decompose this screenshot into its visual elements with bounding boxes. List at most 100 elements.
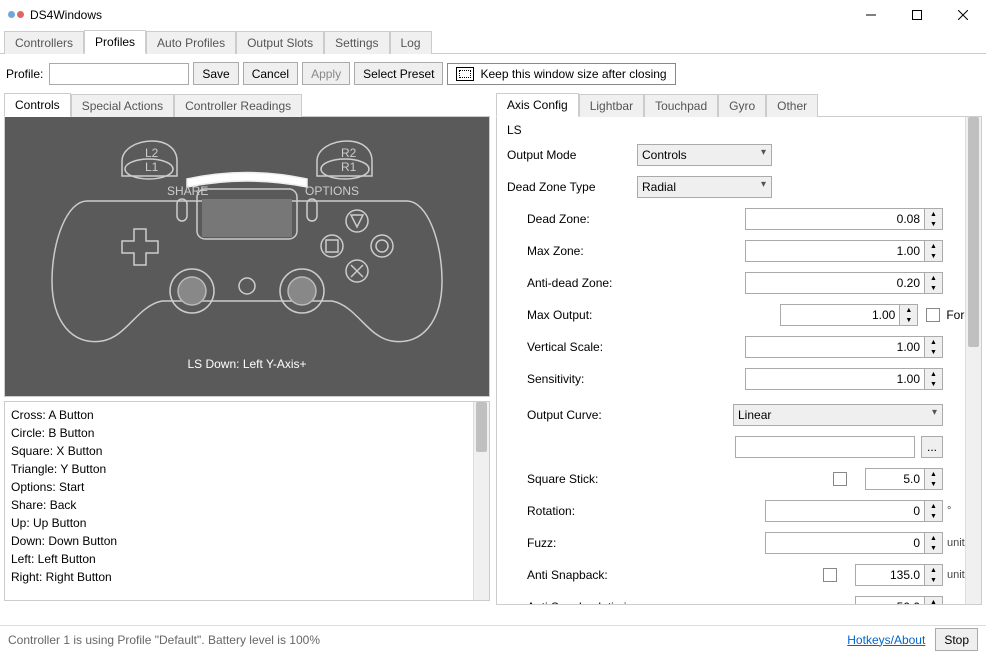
app-icon (8, 7, 24, 23)
apply-button[interactable]: Apply (302, 62, 350, 85)
mapping-row[interactable]: Share: Back (11, 496, 467, 514)
max-output-input[interactable] (780, 304, 900, 326)
vertical-scale-label: Vertical Scale: (527, 340, 657, 354)
max-zone-label: Max Zone: (527, 244, 657, 258)
mapping-row[interactable]: Square: X Button (11, 442, 467, 460)
cancel-button[interactable]: Cancel (243, 62, 298, 85)
output-curve-select[interactable] (733, 404, 943, 426)
mappings-list-wrap: Cross: A Button Circle: B Button Square:… (4, 401, 490, 601)
rotation-label: Rotation: (527, 504, 657, 518)
max-output-spinner[interactable]: ▲▼ (900, 304, 918, 326)
square-stick-input[interactable] (865, 468, 925, 490)
svg-text:R1: R1 (341, 160, 357, 174)
window-size-icon (456, 67, 474, 81)
status-bar: Controller 1 is using Profile "Default".… (0, 625, 986, 653)
sensitivity-label: Sensitivity: (527, 372, 657, 386)
select-preset-button[interactable]: Select Preset (354, 62, 443, 85)
mappings-list[interactable]: Cross: A Button Circle: B Button Square:… (5, 402, 473, 600)
tab-auto-profiles[interactable]: Auto Profiles (146, 31, 236, 54)
vertical-scale-spinner[interactable]: ▲▼ (925, 336, 943, 358)
mapping-row[interactable]: Right: Right Button (11, 568, 467, 586)
anti-snapback-timing-label: Anti Snapback timing: (527, 600, 677, 605)
minimize-button[interactable] (848, 0, 894, 30)
save-button[interactable]: Save (193, 62, 238, 85)
fuzz-input[interactable] (765, 532, 925, 554)
custom-curve-input[interactable] (735, 436, 915, 458)
stop-button[interactable]: Stop (935, 628, 978, 651)
svg-text:L2: L2 (145, 146, 159, 160)
max-zone-spinner[interactable]: ▲▼ (925, 240, 943, 262)
dead-zone-label: Dead Zone: (527, 212, 657, 226)
max-zone-input[interactable] (745, 240, 925, 262)
mapping-row[interactable]: Left: Left Button (11, 550, 467, 568)
status-text: Controller 1 is using Profile "Default".… (8, 633, 320, 647)
mapping-row[interactable]: Cross: A Button (11, 406, 467, 424)
sensitivity-input[interactable] (745, 368, 925, 390)
anti-snapback-checkbox[interactable] (823, 568, 837, 582)
right-subtabs: Axis Config Lightbar Touchpad Gyro Other (496, 93, 982, 117)
subtab-special-actions[interactable]: Special Actions (71, 94, 174, 117)
keep-window-size-button[interactable]: Keep this window size after closing (447, 63, 675, 85)
maximize-button[interactable] (894, 0, 940, 30)
dead-zone-type-select[interactable] (637, 176, 772, 198)
mapping-row[interactable]: Down: Down Button (11, 532, 467, 550)
mapping-row[interactable]: Circle: B Button (11, 424, 467, 442)
left-subtabs: Controls Special Actions Controller Read… (4, 93, 490, 117)
subtab-controller-readings[interactable]: Controller Readings (174, 94, 302, 117)
anti-dead-spinner[interactable]: ▲▼ (925, 272, 943, 294)
svg-text:L1: L1 (145, 160, 159, 174)
tab-settings[interactable]: Settings (324, 31, 389, 54)
axis-config-panel: LS Output Mode Dead Zone Type Dead Zone:… (496, 117, 982, 605)
right-column: Axis Config Lightbar Touchpad Gyro Other… (496, 93, 982, 625)
output-mode-select[interactable] (637, 144, 772, 166)
rotation-input[interactable] (765, 500, 925, 522)
tab-output-slots[interactable]: Output Slots (236, 31, 324, 54)
square-stick-label: Square Stick: (527, 472, 657, 486)
fuzz-spinner[interactable]: ▲▼ (925, 532, 943, 554)
anti-snapback-timing-spinner[interactable]: ▲▼ (925, 596, 943, 605)
curve-browse-button[interactable]: ... (921, 436, 943, 458)
subtab-axis-config[interactable]: Axis Config (496, 93, 579, 117)
anti-snapback-spinner[interactable]: ▲▼ (925, 564, 943, 586)
svg-text:SHARE: SHARE (167, 184, 208, 198)
subtab-other[interactable]: Other (766, 94, 818, 117)
fuzz-label: Fuzz: (527, 536, 657, 550)
square-stick-spinner[interactable]: ▲▼ (925, 468, 943, 490)
dead-zone-input[interactable] (745, 208, 925, 230)
rotation-spinner[interactable]: ▲▼ (925, 500, 943, 522)
force-checkbox[interactable] (926, 308, 940, 322)
tab-profiles[interactable]: Profiles (84, 30, 146, 54)
close-button[interactable] (940, 0, 986, 30)
anti-snapback-input[interactable] (855, 564, 925, 586)
profile-name-input[interactable] (49, 63, 189, 85)
ls-group-label: LS (507, 123, 977, 137)
svg-text:OPTIONS: OPTIONS (305, 184, 359, 198)
dead-zone-spinner[interactable]: ▲▼ (925, 208, 943, 230)
mappings-scrollbar[interactable] (473, 402, 489, 600)
anti-snapback-label: Anti Snapback: (527, 568, 657, 582)
anti-dead-input[interactable] (745, 272, 925, 294)
controller-image-panel: L2 R2 L1 R1 SHARE OPTIONS LS Down: Left Y-A… (4, 117, 490, 397)
sensitivity-spinner[interactable]: ▲▼ (925, 368, 943, 390)
tab-controllers[interactable]: Controllers (4, 31, 84, 54)
hotkeys-about-link[interactable]: Hotkeys/About (847, 633, 925, 647)
title-bar: DS4Windows (0, 0, 986, 30)
anti-dead-label: Anti-dead Zone: (527, 276, 657, 290)
right-panel-scrollbar[interactable] (965, 117, 981, 604)
square-stick-checkbox[interactable] (833, 472, 847, 486)
tab-log[interactable]: Log (390, 31, 432, 54)
mapping-row[interactable]: Triangle: Y Button (11, 460, 467, 478)
mapping-row[interactable]: Options: Start (11, 478, 467, 496)
left-column: Controls Special Actions Controller Read… (4, 93, 490, 625)
mapping-row[interactable]: Up: Up Button (11, 514, 467, 532)
subtab-touchpad[interactable]: Touchpad (644, 94, 718, 117)
subtab-controls[interactable]: Controls (4, 93, 71, 117)
subtab-lightbar[interactable]: Lightbar (579, 94, 644, 117)
vertical-scale-input[interactable] (745, 336, 925, 358)
controller-diagram[interactable]: L2 R2 L1 R1 SHARE OPTIONS (27, 121, 467, 351)
svg-text:R2: R2 (341, 146, 357, 160)
output-curve-label: Output Curve: (527, 408, 657, 422)
controller-status-text: LS Down: Left Y-Axis+ (187, 357, 306, 371)
anti-snapback-timing-input[interactable] (855, 596, 925, 605)
subtab-gyro[interactable]: Gyro (718, 94, 766, 117)
